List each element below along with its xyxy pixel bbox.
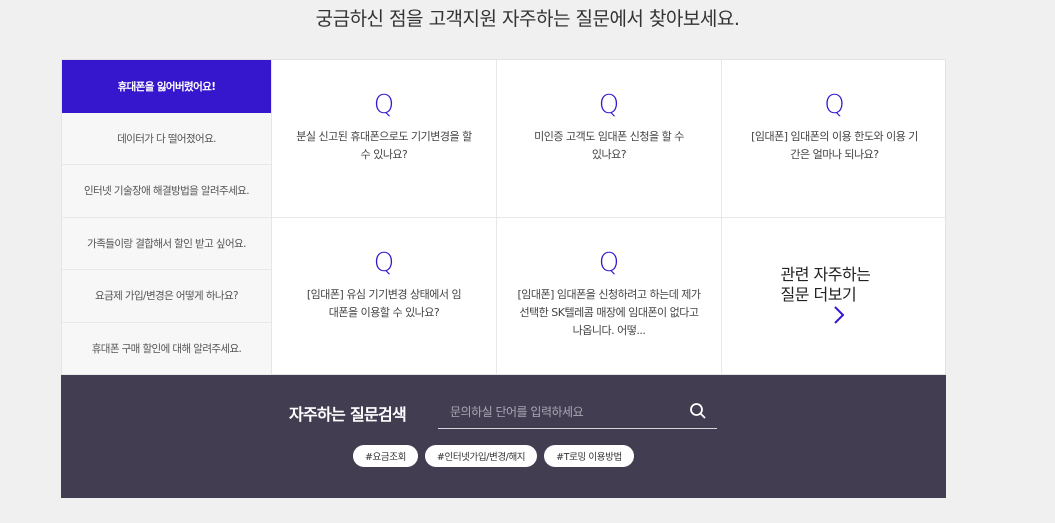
search-icon[interactable] <box>689 402 707 420</box>
question-mark-label: Q <box>373 90 395 120</box>
more-faq-label: 관련 자주하는 질문 더보기 <box>780 265 871 304</box>
search-field <box>438 395 717 429</box>
faq-question-text: [임대폰] 유심 기기변경 상태에서 임대폰을 이용할 수 있나요? <box>306 288 462 319</box>
faq-question-text: [임대폰] 임대폰을 신청하려고 하는데 제가 선택한 SK텔레콤 매장에 임대… <box>517 288 701 337</box>
sidebar-item-phone-discount[interactable]: 휴대폰 구매 할인에 대해 알려주세요. <box>62 323 271 375</box>
sidebar-item-family-bundle[interactable]: 가족들이랑 결합해서 할인 받고 싶어요. <box>62 218 271 270</box>
sidebar-item-plan-change[interactable]: 요금제 가입/변경은 어떻게 하나요? <box>62 270 271 323</box>
search-input[interactable] <box>438 395 692 429</box>
faq-card[interactable]: Q [임대폰] 유심 기기변경 상태에서 임대폰을 이용할 수 있나요? <box>272 218 497 376</box>
faq-category-sidebar: 휴대폰을 잃어버렸어요! 데이터가 다 떨어졌어요. 인터넷 기술장애 해결방법… <box>62 60 272 376</box>
sidebar-item-lost-phone[interactable]: 휴대폰을 잃어버렸어요! <box>62 60 271 113</box>
faq-question-text: 분실 신고된 휴대폰으로도 기기변경을 할 수 있나요? <box>296 130 472 161</box>
faq-question-text: [임대폰] 임대폰의 이용 한도와 이용 기간은 얼마나 되나요? <box>751 130 918 161</box>
search-tag[interactable]: #요금조회 <box>353 445 418 467</box>
search-tag[interactable]: #인터넷가입/변경/해지 <box>424 445 538 467</box>
faq-card[interactable]: Q [임대폰] 임대폰을 신청하려고 하는데 제가 선택한 SK텔레콤 매장에 … <box>497 218 722 376</box>
faq-question-text: 미인증 고객도 임대폰 신청을 할 수 있나요? <box>534 130 684 161</box>
chevron-right-icon <box>833 305 845 329</box>
faq-card[interactable]: Q [임대폰] 임대폰의 이용 한도와 이용 기간은 얼마나 되나요? <box>722 60 947 218</box>
question-mark-label: Q <box>598 90 620 120</box>
question-mark-label: Q <box>824 90 845 120</box>
question-mark-label: Q <box>598 248 620 278</box>
faq-card[interactable]: Q 분실 신고된 휴대폰으로도 기기변경을 할 수 있나요? <box>272 60 497 218</box>
faq-panel: 휴대폰을 잃어버렸어요! 데이터가 다 떨어졌어요. 인터넷 기술장애 해결방법… <box>61 59 947 376</box>
faq-card-grid: Q 분실 신고된 휴대폰으로도 기기변경을 할 수 있나요? Q 미인증 고객도… <box>272 60 947 376</box>
sidebar-item-data-exhausted[interactable]: 데이터가 다 떨어졌어요. <box>62 113 271 165</box>
page-headline: 궁금하신 점을 고객지원 자주하는 질문에서 찾아보세요. <box>315 8 740 30</box>
search-tag-list: #요금조회 #인터넷가입/변경/해지 #T로밍 이용방법 <box>353 445 634 467</box>
more-faq-link[interactable]: 관련 자주하는 질문 더보기 <box>722 218 947 376</box>
faq-search-bar: 자주하는 질문검색 #요금조회 #인터넷가입/변경/해지 #T로밍 이용방법 <box>61 375 946 498</box>
faq-search-title: 자주하는 질문검색 <box>289 405 407 424</box>
question-mark-label: Q <box>373 248 395 278</box>
sidebar-item-internet-trouble[interactable]: 인터넷 기술장애 해결방법을 알려주세요. <box>62 165 271 218</box>
faq-card[interactable]: Q 미인증 고객도 임대폰 신청을 할 수 있나요? <box>497 60 722 218</box>
search-tag[interactable]: #T로밍 이용방법 <box>544 445 634 467</box>
